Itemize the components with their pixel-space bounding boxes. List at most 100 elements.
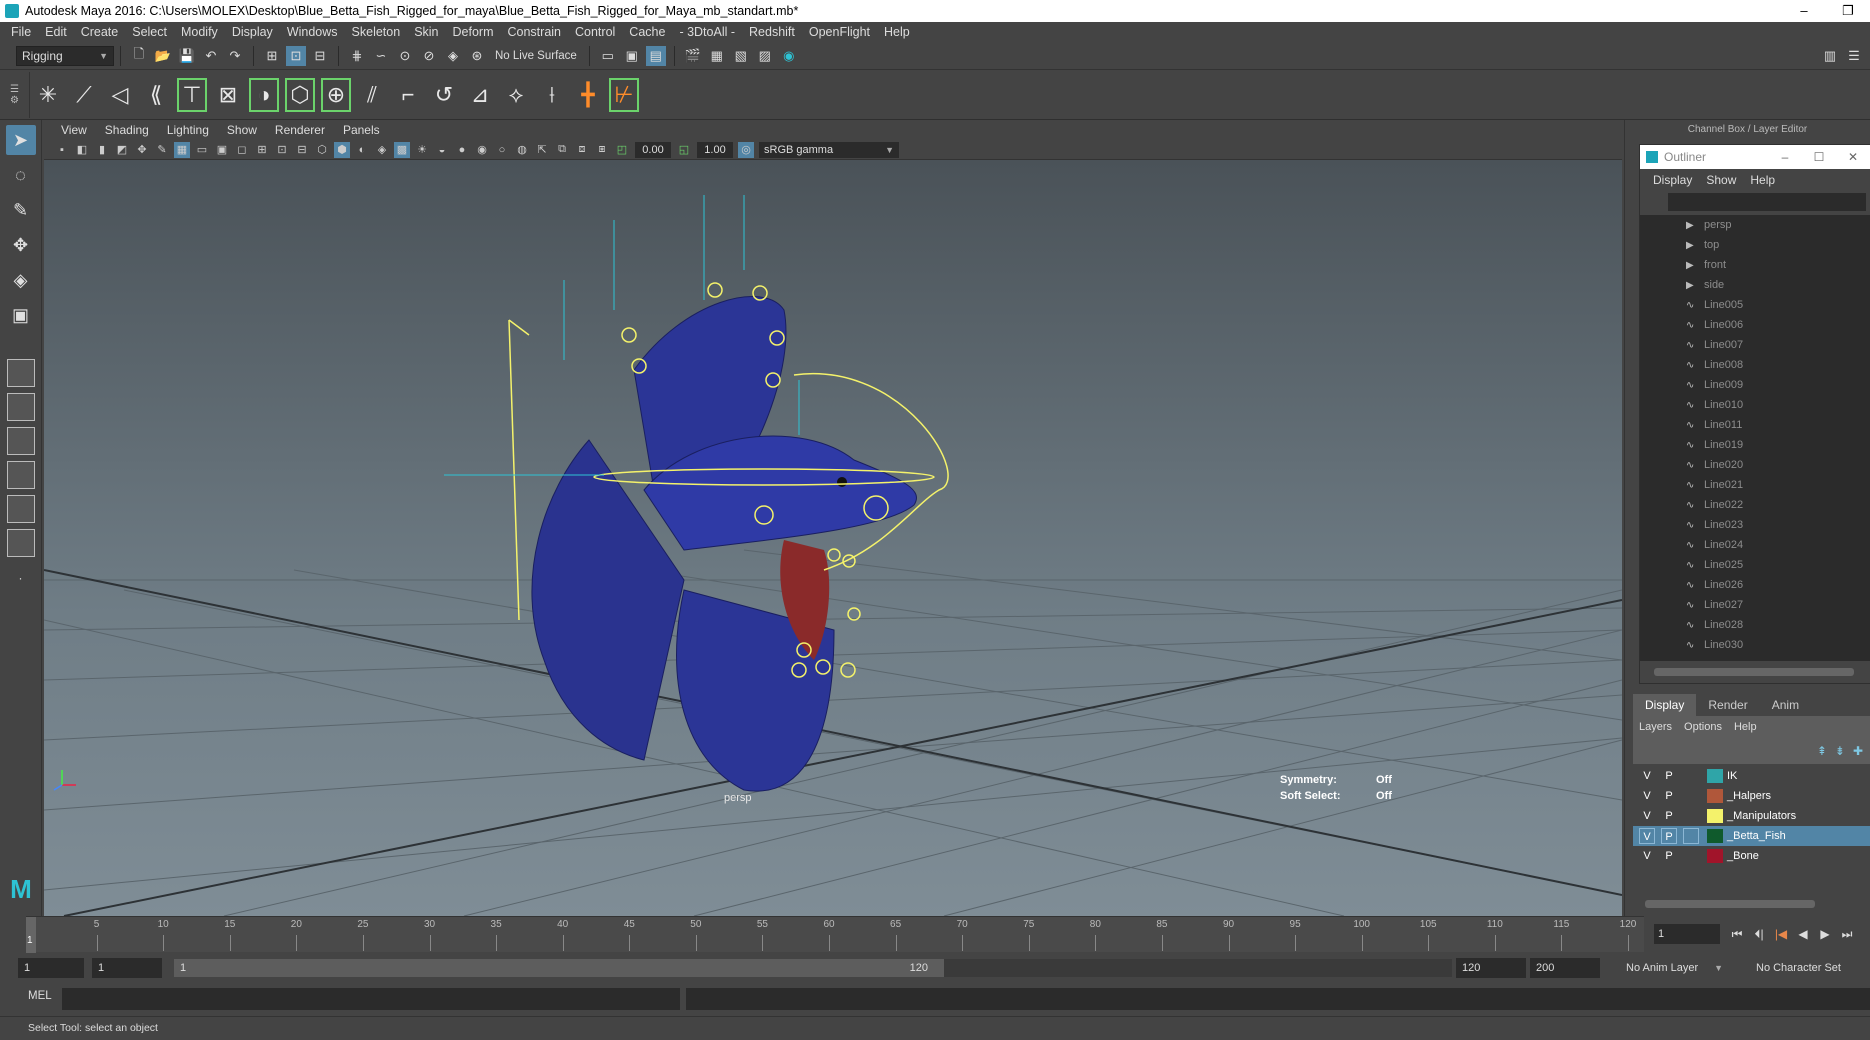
- maximize-icon[interactable]: ☐: [1802, 150, 1836, 164]
- playback-start-field[interactable]: 1: [92, 958, 162, 978]
- minimize-icon[interactable]: –: [1768, 150, 1802, 164]
- outliner-item[interactable]: ▶ top: [1640, 235, 1870, 255]
- ipr-render-icon[interactable]: ▧: [731, 46, 751, 66]
- layer-color-swatch[interactable]: [1707, 769, 1723, 783]
- shelf-options-handle[interactable]: ☰ ⚙: [0, 71, 30, 118]
- layer-visibility-toggle[interactable]: V: [1639, 768, 1655, 784]
- outliner-item[interactable]: ∿ Line030: [1640, 635, 1870, 655]
- move-layer-up-icon[interactable]: ⇞: [1817, 744, 1827, 758]
- menu-constrain[interactable]: Constrain: [501, 25, 569, 39]
- menuset-dropdown[interactable]: Rigging ▼: [16, 45, 114, 66]
- four-view-layout-icon[interactable]: [6, 393, 35, 421]
- menu-select[interactable]: Select: [125, 25, 174, 39]
- wireframe-on-shaded-icon[interactable]: ◈: [374, 142, 390, 158]
- isolate-select-icon[interactable]: ⇱: [534, 142, 550, 158]
- outliner-item[interactable]: ∿ Line010: [1640, 395, 1870, 415]
- layer-visibility-toggle[interactable]: V: [1639, 848, 1655, 864]
- scrollbar-thumb[interactable]: [1654, 668, 1854, 676]
- lasso-tool-icon[interactable]: ◌: [6, 160, 36, 190]
- film-gate-icon[interactable]: ▭: [194, 142, 210, 158]
- animation-end-field[interactable]: 200: [1530, 958, 1600, 978]
- menu-edit[interactable]: Edit: [38, 25, 74, 39]
- attribute-editor-toggle-icon[interactable]: ☰: [1844, 46, 1864, 66]
- view-transform-dropdown[interactable]: sRGB gamma ▼: [759, 141, 899, 158]
- outliner-item[interactable]: ∿ Line006: [1640, 315, 1870, 335]
- anim-layer-dropdown[interactable]: No Anim Layer ▼: [1626, 958, 1723, 978]
- layer-playback-toggle[interactable]: P: [1661, 848, 1677, 864]
- screen-space-ao-icon[interactable]: ●: [454, 142, 470, 158]
- snap-curve-icon[interactable]: ∽: [371, 46, 391, 66]
- xray-joints-icon[interactable]: ⧈: [574, 142, 590, 158]
- outliner-item[interactable]: ▶ persp: [1640, 215, 1870, 235]
- outliner-item[interactable]: ∿ Line009: [1640, 375, 1870, 395]
- menu-help[interactable]: Help: [877, 25, 917, 39]
- viewport-menu-panels[interactable]: Panels: [334, 123, 389, 137]
- tab-display[interactable]: Display: [1633, 694, 1697, 716]
- layer-display-type-toggle[interactable]: [1683, 788, 1699, 804]
- layer-visibility-toggle[interactable]: V: [1639, 828, 1655, 844]
- play-backwards-icon[interactable]: ◀: [1792, 924, 1814, 944]
- hypershade-layout-icon[interactable]: [6, 529, 35, 557]
- parent-constraint-icon[interactable]: ⟡: [501, 78, 531, 112]
- menu-modify[interactable]: Modify: [174, 25, 225, 39]
- layer-menu-options[interactable]: Options: [1678, 721, 1728, 733]
- betta-fish-model[interactable]: [531, 296, 917, 792]
- grid-icon[interactable]: ▦: [174, 141, 190, 158]
- viewport-menu-show[interactable]: Show: [218, 123, 266, 137]
- outliner-item[interactable]: ∿ Line005: [1640, 295, 1870, 315]
- scale-tool-icon[interactable]: ▣: [6, 300, 36, 330]
- bookmark-icon[interactable]: ▮: [94, 142, 110, 158]
- outliner-item[interactable]: ∿ Line021: [1640, 475, 1870, 495]
- menu-skin[interactable]: Skin: [407, 25, 445, 39]
- viewport-canvas[interactable]: persp Symmetry: Off Soft Select: Off: [44, 160, 1622, 916]
- outliner-item[interactable]: ∿ Line027: [1640, 595, 1870, 615]
- step-back-key-icon[interactable]: |◀: [1770, 924, 1792, 944]
- time-slider[interactable]: 1 5 10 15 20 25 30 35 40 45 50 55 60 65 70 75 80 85 90 95 1…: [26, 916, 1644, 953]
- layer-playback-toggle[interactable]: P: [1661, 828, 1677, 844]
- playback-end-field[interactable]: 120: [1456, 958, 1526, 978]
- layer-color-swatch[interactable]: [1707, 809, 1723, 823]
- layer-row[interactable]: V P _Manipulators: [1633, 806, 1870, 826]
- move-layer-down-icon[interactable]: ⇟: [1835, 744, 1845, 758]
- layer-menu-layers[interactable]: Layers: [1633, 721, 1678, 733]
- layer-display-type-toggle[interactable]: [1683, 828, 1699, 844]
- pole-vector-icon[interactable]: ⟊: [537, 78, 567, 112]
- layer-color-swatch[interactable]: [1707, 829, 1723, 843]
- layer-visibility-toggle[interactable]: V: [1639, 788, 1655, 804]
- lights-icon[interactable]: ☀: [414, 142, 430, 158]
- output-ops-icon[interactable]: ▣: [622, 46, 642, 66]
- outliner-item[interactable]: ∿ Line019: [1640, 435, 1870, 455]
- snap-grid-icon[interactable]: ⋕: [347, 46, 367, 66]
- outliner-item[interactable]: ▶ front: [1640, 255, 1870, 275]
- outliner-menu-show[interactable]: Show: [1699, 173, 1743, 187]
- orient-constraint-icon[interactable]: ⊿: [465, 78, 495, 112]
- create-layer-icon[interactable]: ✚: [1853, 744, 1863, 758]
- menu-openflight[interactable]: OpenFlight: [802, 25, 877, 39]
- aim-constraint-icon[interactable]: ↺: [429, 78, 459, 112]
- safe-action-icon[interactable]: ⊡: [274, 142, 290, 158]
- anti-aliasing-icon[interactable]: ○: [494, 142, 510, 158]
- layer-color-swatch[interactable]: [1707, 849, 1723, 863]
- bind-skin-icon[interactable]: ⫽: [357, 78, 387, 112]
- menu-display[interactable]: Display: [225, 25, 280, 39]
- locator-icon[interactable]: ⊤: [177, 77, 207, 112]
- graph-layout-icon[interactable]: [6, 495, 35, 523]
- outliner-menu-help[interactable]: Help: [1743, 173, 1782, 187]
- go-to-start-icon[interactable]: ⏮: [1726, 924, 1748, 944]
- color-management-icon[interactable]: ◎: [738, 141, 754, 158]
- menu-windows[interactable]: Windows: [280, 25, 345, 39]
- rotate-tool-icon[interactable]: ◈: [6, 265, 36, 295]
- image-plane-icon[interactable]: ◩: [114, 142, 130, 158]
- layer-playback-toggle[interactable]: P: [1661, 788, 1677, 804]
- depth-of-field-icon[interactable]: ◍: [514, 142, 530, 158]
- command-input[interactable]: [62, 988, 680, 1010]
- insert-joint-icon[interactable]: ⟋: [69, 78, 99, 112]
- outliner-item[interactable]: ▶ side: [1640, 275, 1870, 295]
- cluster-icon[interactable]: ⊠: [213, 78, 243, 112]
- undo-icon[interactable]: ↶: [201, 46, 221, 66]
- layer-horizontal-scrollbar[interactable]: [1633, 896, 1870, 912]
- single-view-layout-icon[interactable]: [6, 359, 35, 387]
- layer-playback-toggle[interactable]: P: [1661, 808, 1677, 824]
- smooth-shade-icon[interactable]: ⬢: [334, 141, 350, 158]
- select-camera-icon[interactable]: ▪: [54, 142, 70, 158]
